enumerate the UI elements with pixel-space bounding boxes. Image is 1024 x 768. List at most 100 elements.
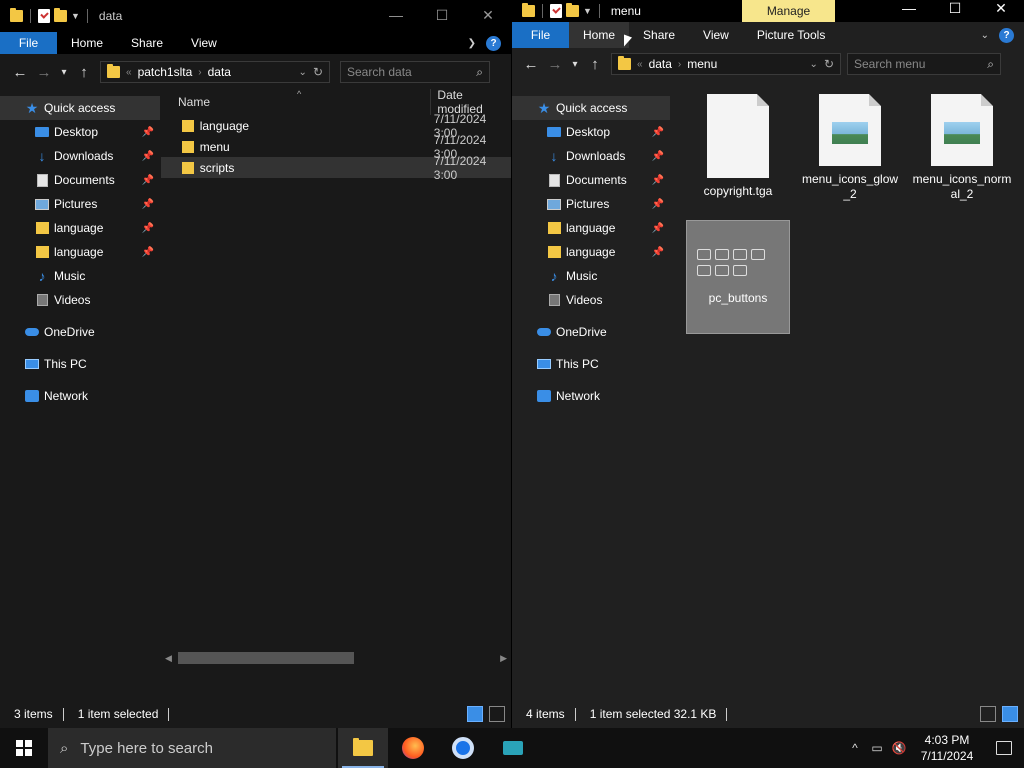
recent-locations-chevron-icon[interactable]: ▾ (56, 67, 72, 78)
file-tile-selected[interactable]: pc_buttons (686, 220, 790, 334)
nav-network[interactable]: Network (512, 384, 670, 408)
taskbar-chrome[interactable] (438, 728, 488, 768)
file-tile[interactable]: menu_icons_normal_2 (910, 88, 1014, 202)
back-arrow-icon[interactable]: ← (519, 56, 543, 73)
taskbar-search-input[interactable]: ⌕ Type here to search (48, 728, 336, 768)
search-input[interactable]: Search data ⌕ (340, 61, 490, 83)
nav-item-downloads[interactable]: ↓ Downloads 📌 (512, 144, 670, 168)
search-input[interactable]: Search menu ⌕ (847, 53, 1001, 75)
large-icons-view-icon[interactable] (1002, 706, 1018, 722)
details-view-icon[interactable] (980, 706, 996, 722)
nav-item-music[interactable]: ♪ Music (0, 264, 160, 288)
horizontal-scrollbar[interactable]: ◀ ▶ (161, 650, 511, 666)
nav-quick-access[interactable]: ★ Quick access (512, 96, 670, 120)
help-icon[interactable]: ? (486, 35, 501, 51)
help-icon[interactable]: ? (999, 27, 1014, 43)
breadcrumb-data[interactable]: data (649, 57, 672, 71)
tab-manage[interactable]: Manage (742, 0, 835, 22)
nav-onedrive[interactable]: OneDrive (512, 320, 670, 344)
landscape-thumbnail-icon (944, 122, 980, 144)
breadcrumb-overflow[interactable]: « (637, 59, 643, 70)
up-arrow-icon[interactable]: ↑ (72, 64, 96, 81)
address-dropdown-icon[interactable]: ⌄ (299, 67, 307, 78)
minimize-button[interactable]: — (373, 0, 419, 30)
scroll-right-icon[interactable]: ▶ (500, 653, 507, 664)
forward-arrow-icon[interactable]: → (32, 64, 56, 81)
nav-item-desktop[interactable]: Desktop 📌 (0, 120, 160, 144)
tab-view[interactable]: View (689, 22, 743, 48)
tab-view[interactable]: View (177, 32, 231, 54)
tab-file[interactable]: File (512, 22, 569, 48)
notification-center-button[interactable] (984, 741, 1024, 755)
large-icons-view-icon[interactable] (489, 706, 505, 722)
tab-home[interactable]: Home (57, 32, 117, 54)
address-dropdown-icon[interactable]: ⌄ (810, 59, 818, 70)
nav-item-music[interactable]: ♪ Music (512, 264, 670, 288)
start-button[interactable] (0, 728, 48, 768)
nav-item-language[interactable]: language 📌 (512, 216, 670, 240)
tab-home[interactable]: Home (569, 22, 630, 48)
address-bar[interactable]: « data › menu ⌄ ↻ (611, 53, 841, 75)
new-folder-icon[interactable] (54, 8, 67, 22)
nav-item-language[interactable]: language 📌 (512, 240, 670, 264)
nav-this-pc[interactable]: This PC (512, 352, 670, 376)
refresh-icon[interactable]: ↻ (313, 65, 323, 79)
forward-arrow-icon[interactable]: → (543, 56, 567, 73)
nav-onedrive[interactable]: OneDrive (0, 320, 160, 344)
network-status-icon[interactable]: ▭ (866, 741, 888, 755)
up-arrow-icon[interactable]: ↑ (583, 56, 607, 73)
nav-this-pc[interactable]: This PC (0, 352, 160, 376)
tab-share[interactable]: Share (629, 22, 689, 48)
close-button[interactable]: ✕ (465, 0, 511, 30)
volume-muted-icon[interactable]: 🔇 (888, 741, 910, 755)
file-row-selected[interactable]: scripts 7/11/2024 3:00 (161, 154, 511, 182)
expand-ribbon-icon[interactable]: ⌄ (981, 30, 989, 41)
show-hidden-icons-chevron-icon[interactable]: ^ (844, 741, 866, 755)
file-tile[interactable]: menu_icons_glow_2 (798, 88, 902, 202)
clock[interactable]: 4:03 PM 7/11/2024 (910, 732, 984, 764)
file-tile[interactable]: copyright.tga (686, 88, 790, 202)
column-header-date[interactable]: Date modified (431, 88, 511, 116)
details-view-icon[interactable] (467, 706, 483, 722)
breadcrumb-menu[interactable]: menu (687, 57, 717, 71)
close-button[interactable]: ✕ (978, 0, 1024, 16)
customize-toolbar-dropdown-icon[interactable]: ▼ (71, 11, 80, 21)
nav-network[interactable]: Network (0, 384, 160, 408)
address-bar[interactable]: « patch1slta › data ⌄ ↻ (100, 61, 330, 83)
new-folder-icon[interactable] (566, 3, 579, 17)
minimize-button[interactable]: — (886, 0, 932, 16)
title-bar: ▼ data — ☐ ✕ (0, 0, 511, 32)
search-icon: ⌕ (476, 64, 483, 79)
nav-item-videos[interactable]: Videos (512, 288, 670, 312)
tab-share[interactable]: Share (117, 32, 177, 54)
nav-item-language[interactable]: language 📌 (0, 240, 160, 264)
refresh-icon[interactable]: ↻ (824, 57, 834, 71)
breadcrumb-patch1slta[interactable]: patch1slta (138, 65, 193, 79)
nav-item-pictures[interactable]: Pictures 📌 (0, 192, 160, 216)
folder-icon (547, 222, 561, 234)
breadcrumb-data[interactable]: data (208, 65, 231, 79)
nav-quick-access[interactable]: ★ Quick access (0, 96, 160, 120)
nav-item-documents[interactable]: Documents 📌 (512, 168, 670, 192)
nav-item-downloads[interactable]: ↓ Downloads 📌 (0, 144, 160, 168)
scroll-left-icon[interactable]: ◀ (165, 653, 172, 664)
maximize-button[interactable]: ☐ (932, 0, 978, 16)
nav-item-documents[interactable]: Documents 📌 (0, 168, 160, 192)
nav-item-desktop[interactable]: Desktop 📌 (512, 120, 670, 144)
expand-ribbon-icon[interactable]: ❯ (468, 38, 476, 49)
tab-file[interactable]: File (0, 32, 57, 54)
nav-item-videos[interactable]: Videos (0, 288, 160, 312)
tab-picture-tools[interactable]: Picture Tools (743, 22, 839, 48)
maximize-button[interactable]: ☐ (419, 0, 465, 30)
back-arrow-icon[interactable]: ← (8, 64, 32, 81)
customize-toolbar-dropdown-icon[interactable]: ▼ (583, 6, 592, 16)
taskbar-firefox[interactable] (388, 728, 438, 768)
recent-locations-chevron-icon[interactable]: ▾ (567, 59, 583, 70)
nav-item-language[interactable]: language 📌 (0, 216, 160, 240)
taskbar-app[interactable] (488, 728, 538, 768)
scrollbar-thumb[interactable] (178, 652, 354, 664)
properties-icon[interactable] (38, 9, 50, 23)
properties-icon[interactable] (550, 4, 562, 18)
nav-item-pictures[interactable]: Pictures 📌 (512, 192, 670, 216)
taskbar-file-explorer[interactable] (338, 728, 388, 768)
